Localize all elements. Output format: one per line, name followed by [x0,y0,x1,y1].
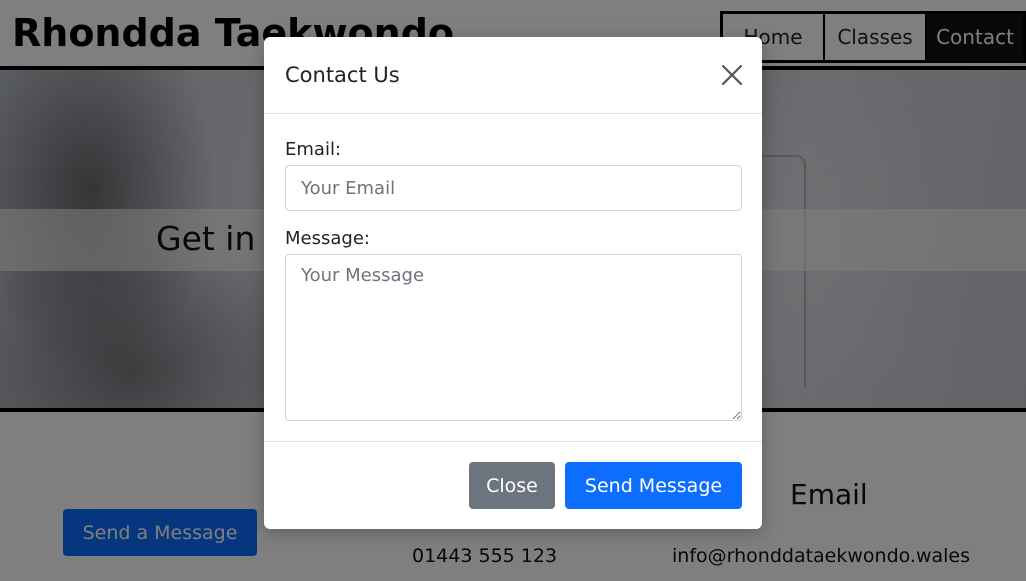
modal-header: Contact Us [264,37,762,114]
send-message-button[interactable]: Send Message [565,462,742,509]
message-label: Message: [285,228,370,249]
contact-modal: Contact Us Email: Message: Close Send Me… [264,37,762,529]
page: Rhondda Taekwondo Home Classes Contact G… [0,0,1026,581]
close-button[interactable]: Close [469,462,555,509]
email-label: Email: [285,139,342,160]
message-field[interactable] [285,254,742,421]
modal-body: Email: Message: [264,114,762,441]
modal-footer: Close Send Message [264,441,762,529]
modal-title: Contact Us [285,63,400,87]
close-icon[interactable] [720,63,744,87]
email-field[interactable] [285,165,742,211]
